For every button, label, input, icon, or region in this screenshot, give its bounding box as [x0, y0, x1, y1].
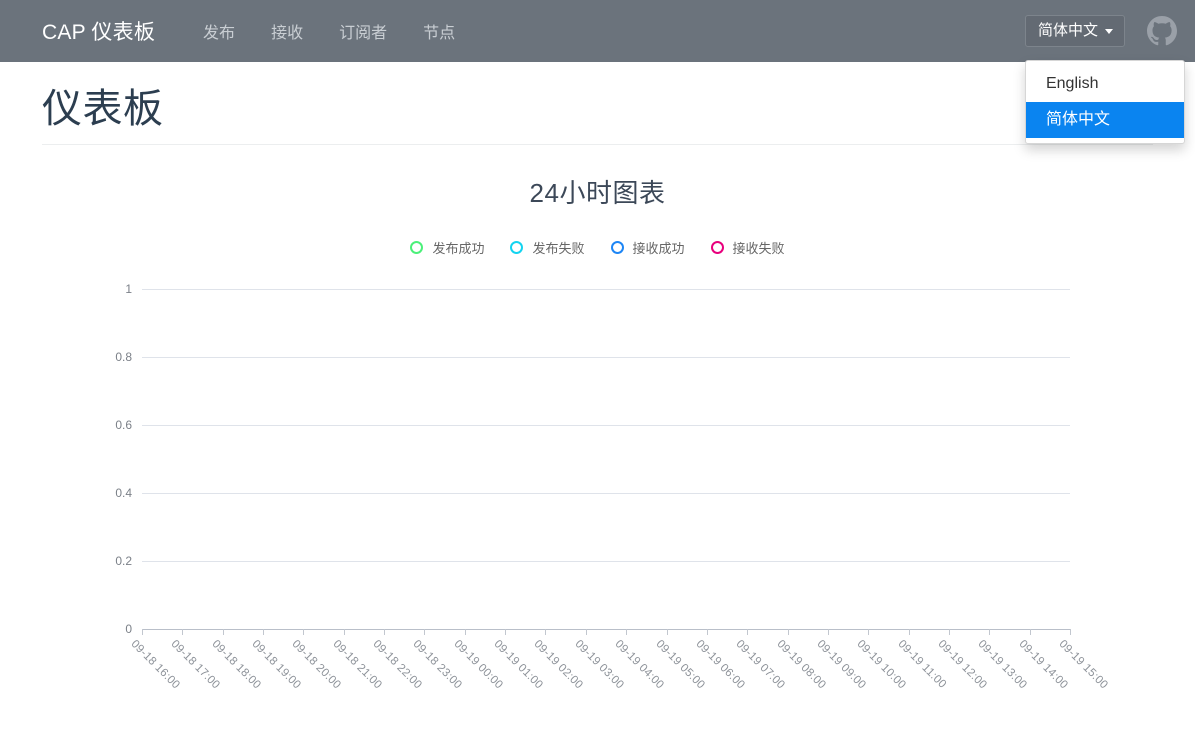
legend-item[interactable]: 发布成功 — [410, 238, 484, 257]
nav-link-published[interactable]: 发布 — [185, 11, 253, 51]
x-axis-tick-mark — [666, 629, 668, 635]
chevron-down-icon — [1105, 28, 1113, 34]
chart-plot-area: 0 0.2 0.4 0.6 0.8 1 09-18 16:00 09-18 17:00 09-1… — [42, 279, 1153, 719]
chart-gridline — [142, 289, 1070, 290]
x-axis-tick-mark — [787, 629, 789, 635]
nav-link-subscribers[interactable]: 订阅者 — [321, 11, 405, 51]
legend-label: 发布失败 — [532, 241, 585, 256]
y-axis-tick-label: 1 — [125, 282, 132, 296]
x-axis-tick-mark — [1029, 629, 1031, 635]
legend-marker-icon — [610, 241, 624, 254]
x-axis-tick-mark — [747, 629, 749, 635]
legend-label: 发布成功 — [432, 241, 485, 256]
x-axis-tick-mark — [545, 629, 547, 635]
page-header: 仪表板 — [42, 62, 1153, 145]
y-axis-tick-label: 0.6 — [115, 418, 132, 432]
page-content: 仪表板 24小时图表 发布成功 发布失败 接收成功 接收失败 0 0.2 0.4 0.6 0.… — [0, 62, 1195, 719]
x-axis-tick-mark — [424, 629, 426, 635]
nav-link-nodes[interactable]: 节点 — [405, 11, 473, 51]
page-title: 仪表板 — [42, 87, 164, 131]
x-axis-tick-mark — [868, 629, 870, 635]
y-axis-tick-label: 0 — [125, 622, 132, 636]
x-axis-tick-mark — [1070, 629, 1071, 635]
legend-marker-icon — [510, 241, 524, 254]
x-axis-tick-mark — [142, 629, 143, 635]
x-axis-tick-mark — [505, 629, 507, 635]
x-axis-tick-mark — [182, 629, 184, 635]
chart-gridline — [142, 425, 1070, 426]
x-axis-tick-mark — [948, 629, 950, 635]
nav-links: 发布 接收 订阅者 节点 — [185, 11, 473, 51]
chart-legend: 发布成功 发布失败 接收成功 接收失败 — [42, 238, 1153, 257]
chart-gridline — [142, 357, 1070, 358]
github-icon — [1147, 16, 1177, 46]
language-dropdown: 简体中文 English 简体中文 — [1024, 14, 1185, 144]
language-selected-label: 简体中文 — [1037, 21, 1098, 39]
chart-gridline — [142, 493, 1070, 494]
nav-link-received[interactable]: 接收 — [253, 11, 321, 51]
x-axis-tick-mark — [464, 629, 466, 635]
chart-card: 24小时图表 发布成功 发布失败 接收成功 接收失败 0 0.2 0.4 0.6 0.8 1 09… — [42, 145, 1153, 719]
chart-title: 24小时图表 — [529, 178, 666, 208]
x-axis-tick-mark — [908, 629, 910, 635]
y-axis-tick-label: 0.2 — [115, 554, 132, 568]
x-axis-tick-mark — [303, 629, 305, 635]
legend-label: 接收成功 — [632, 241, 685, 256]
language-option-english[interactable]: English — [1026, 66, 1184, 102]
x-axis-tick-mark — [989, 629, 991, 635]
x-axis-tick-mark — [585, 629, 587, 635]
x-axis-tick-mark — [343, 629, 345, 635]
chart-grid: 0 0.2 0.4 0.6 0.8 1 09-18 16:00 09-18 17:00 09-1… — [115, 282, 1110, 691]
chart-gridline — [142, 629, 1070, 630]
language-dropdown-button[interactable]: 简体中文 — [1024, 14, 1125, 48]
x-axis-tick-mark — [827, 629, 829, 635]
x-axis-tick-mark — [706, 629, 708, 635]
x-axis-tick-mark — [222, 629, 224, 635]
brand-logo[interactable]: CAP 仪表板 — [42, 16, 155, 46]
y-axis-tick-label: 0.4 — [115, 486, 132, 500]
legend-label: 接收失败 — [732, 241, 785, 256]
x-axis-tick-mark — [384, 629, 386, 635]
x-axis-tick-mark — [626, 629, 628, 635]
navbar-right-group: 简体中文 English 简体中文 — [1024, 14, 1185, 144]
chart-gridline — [142, 561, 1070, 562]
legend-item[interactable]: 接收失败 — [710, 238, 785, 257]
x-axis-tick-mark — [263, 629, 265, 635]
top-navbar: CAP 仪表板 发布 接收 订阅者 节点 简体中文 English 简体中文 — [0, 0, 1195, 144]
legend-item[interactable]: 发布失败 — [510, 238, 585, 257]
legend-marker-icon — [410, 241, 424, 254]
language-option-chinese[interactable]: 简体中文 — [1025, 101, 1184, 138]
legend-item[interactable]: 接收成功 — [610, 238, 685, 257]
y-axis-tick-label: 0.8 — [115, 350, 132, 364]
language-dropdown-menu: English 简体中文 — [1024, 59, 1185, 144]
github-link[interactable] — [1147, 16, 1177, 46]
legend-marker-icon — [710, 241, 724, 254]
